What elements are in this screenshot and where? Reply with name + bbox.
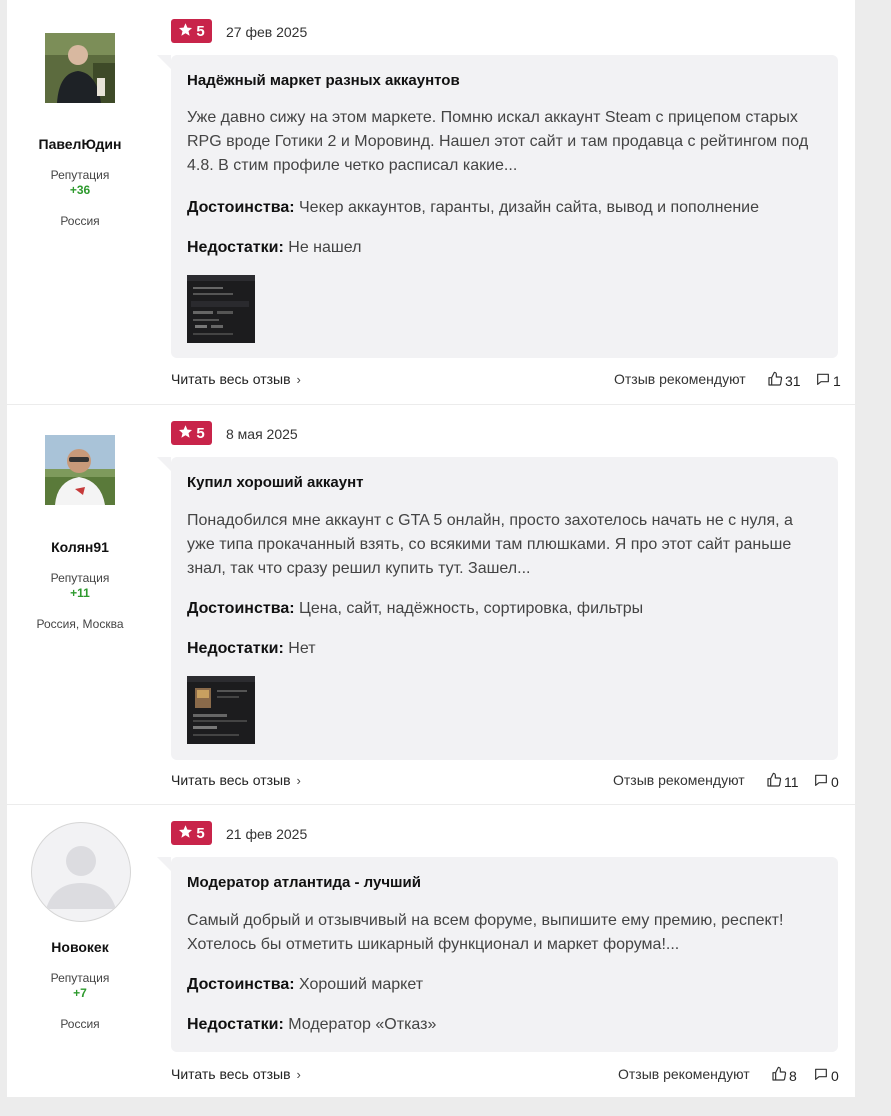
star-icon: [178, 824, 193, 843]
recommend-label: Отзыв рекомендуют: [618, 1066, 750, 1082]
cons-text: Модератор «Отказ»: [288, 1016, 437, 1033]
chevron-right-icon: ›: [296, 1066, 301, 1082]
pros-label: Достоинства:: [187, 199, 295, 216]
review-image-thumbnail[interactable]: [187, 275, 255, 343]
cons-text: Не нашел: [288, 239, 362, 256]
rating-badge: 5: [171, 19, 212, 43]
thumbs-up-icon: [766, 772, 782, 791]
author-name[interactable]: Новокек: [7, 939, 153, 955]
like-button[interactable]: 8: [771, 1066, 797, 1085]
review-cons: Недостатки: Нет: [187, 640, 827, 658]
review-cons: Недостатки: Не нашел: [187, 239, 827, 257]
bubble-tail: [157, 457, 171, 471]
bubble-tail: [157, 55, 171, 69]
pros-text: Чекер аккаунтов, гаранты, дизайн сайта, …: [299, 199, 760, 216]
rating-value: 5: [196, 824, 205, 842]
avatar[interactable]: [45, 33, 115, 103]
like-button[interactable]: 11: [766, 772, 799, 791]
comment-count: 0: [831, 1067, 839, 1084]
recommend-label: Отзыв рекомендуют: [614, 371, 746, 387]
read-all-link[interactable]: Читать весь отзыв ›: [171, 371, 301, 387]
read-all-link[interactable]: Читать весь отзыв ›: [171, 1066, 301, 1082]
read-all-label: Читать весь отзыв: [171, 371, 291, 387]
author-location: Россия: [60, 1017, 100, 1031]
pros-label: Достоинства:: [187, 976, 295, 993]
rating-badge: 5: [171, 821, 212, 845]
rating-badge: 5: [171, 421, 212, 445]
review-text: Самый добрый и отзывчивый на всем форуме…: [187, 912, 784, 953]
review-body: Модератор атлантида - лучший Самый добры…: [157, 857, 838, 1052]
review-pros: Достоинства: Чекер аккаунтов, гаранты, д…: [187, 199, 827, 217]
avatar[interactable]: [45, 435, 115, 505]
comment-button[interactable]: 1: [815, 371, 841, 390]
review-text: Уже давно сижу на этом маркете. Помню ис…: [187, 109, 809, 174]
review-date: 8 мая 2025: [226, 426, 298, 442]
review-image-thumbnail[interactable]: [187, 676, 255, 744]
reputation-label: Репутация: [50, 971, 110, 985]
pros-text: Хороший маркет: [299, 976, 424, 993]
review-footer: Читать весь отзыв › Отзыв рекомендуют 11…: [171, 772, 839, 792]
review-title[interactable]: Купил хороший аккаунт: [187, 474, 364, 491]
reputation-label: Репутация: [50, 168, 110, 182]
author-name[interactable]: ПавелЮдин: [7, 136, 153, 152]
reviews-panel: ПавелЮдин Репутация +36 Россия 5 27 фев …: [7, 0, 855, 1097]
cons-text: Нет: [288, 640, 316, 657]
comment-count: 0: [831, 773, 839, 790]
review-title[interactable]: Модератор атлантида - лучший: [187, 874, 421, 891]
read-all-link[interactable]: Читать весь отзыв ›: [171, 772, 301, 788]
review-card: ПавелЮдин Репутация +36 Россия 5 27 фев …: [7, 0, 855, 405]
review-body: Надёжный маркет разных аккаунтов Уже дав…: [157, 55, 838, 358]
avatar[interactable]: [31, 822, 131, 922]
user-placeholder-icon: [32, 846, 130, 921]
comment-icon: [813, 772, 829, 791]
rating-value: 5: [196, 22, 205, 40]
comment-icon: [813, 1066, 829, 1085]
chevron-right-icon: ›: [296, 371, 301, 387]
thumbs-up-icon: [771, 1066, 787, 1085]
comment-count: 1: [833, 372, 841, 389]
bubble-tail: [157, 857, 171, 871]
reputation-value: +7: [73, 986, 87, 1000]
review-date: 27 фев 2025: [226, 24, 308, 40]
review-card: Колян91 Репутация +11 Россия, Москва 5 8…: [7, 405, 855, 805]
cons-label: Недостатки:: [187, 239, 284, 256]
review-text: Понадобился мне аккаунт с GTA 5 онлайн, …: [187, 512, 793, 577]
cons-label: Недостатки:: [187, 1016, 284, 1033]
like-button[interactable]: 31: [767, 371, 801, 390]
star-icon: [178, 22, 193, 41]
review-pros: Достоинства: Хороший маркет: [187, 976, 827, 994]
review-footer: Читать весь отзыв › Отзыв рекомендуют 31…: [171, 371, 841, 391]
like-count: 31: [785, 372, 801, 389]
review-card: Новокек Репутация +7 Россия 5 21 фев 202…: [7, 805, 855, 1097]
comment-button[interactable]: 0: [813, 772, 839, 791]
review-cons: Недостатки: Модератор «Отказ»: [187, 1016, 827, 1034]
reputation-value: +36: [69, 183, 91, 197]
reputation-value: +11: [70, 586, 90, 600]
author-name[interactable]: Колян91: [7, 539, 153, 555]
pros-text: Цена, сайт, надёжность, сортировка, филь…: [299, 600, 644, 617]
like-count: 8: [789, 1067, 797, 1084]
cons-label: Недостатки:: [187, 640, 284, 657]
author-location: Россия: [60, 214, 100, 228]
review-footer: Читать весь отзыв › Отзыв рекомендуют 8 …: [171, 1066, 839, 1086]
author-location: Россия, Москва: [36, 617, 124, 631]
pros-label: Достоинства:: [187, 600, 295, 617]
review-pros: Достоинства: Цена, сайт, надёжность, сор…: [187, 600, 827, 618]
star-icon: [178, 424, 193, 443]
review-title[interactable]: Надёжный маркет разных аккаунтов: [187, 72, 460, 89]
read-all-label: Читать весь отзыв: [171, 1066, 291, 1082]
chevron-right-icon: ›: [296, 772, 301, 788]
reputation-label: Репутация: [50, 571, 110, 585]
read-all-label: Читать весь отзыв: [171, 772, 291, 788]
rating-value: 5: [196, 424, 205, 442]
like-count: 11: [784, 773, 799, 790]
recommend-label: Отзыв рекомендуют: [613, 772, 745, 788]
review-body: Купил хороший аккаунт Понадобился мне ак…: [157, 457, 838, 760]
comment-button[interactable]: 0: [813, 1066, 839, 1085]
thumbs-up-icon: [767, 371, 783, 390]
review-date: 21 фев 2025: [226, 826, 308, 842]
comment-icon: [815, 371, 831, 390]
